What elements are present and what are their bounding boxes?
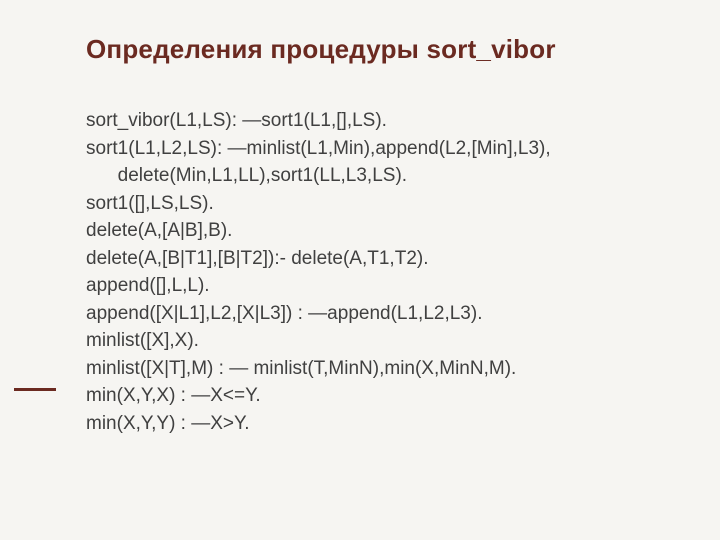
code-line: minlist([X],X). <box>86 327 666 355</box>
code-line: min(X,Y,Y) : —X>Y. <box>86 410 666 438</box>
code-line: append([X|L1],L2,[X|L3]) : —append(L1,L2… <box>86 300 666 328</box>
code-line: sort_vibor(L1,LS): —sort1(L1,[],LS). <box>86 107 666 135</box>
code-line: minlist([X|T],M) : — minlist(T,MinN),min… <box>86 355 666 383</box>
code-line: min(X,Y,X) : —X<=Y. <box>86 382 666 410</box>
code-line: delete(Min,L1,LL),sort1(LL,L3,LS). <box>86 162 666 190</box>
code-line: append([],L,L). <box>86 272 666 300</box>
slide: Определения процедуры sort_vibor sort_vi… <box>0 0 720 540</box>
slide-body: sort_vibor(L1,LS): —sort1(L1,[],LS). sor… <box>86 107 666 438</box>
code-line: delete(A,[B|T1],[B|T2]):- delete(A,T1,T2… <box>86 245 666 273</box>
code-line: sort1(L1,L2,LS): —minlist(L1,Min),append… <box>86 135 666 163</box>
accent-line-icon <box>14 388 56 391</box>
code-line: delete(A,[A|B],B). <box>86 217 666 245</box>
code-line: sort1([],LS,LS). <box>86 190 666 218</box>
slide-title: Определения процедуры sort_vibor <box>86 34 666 65</box>
